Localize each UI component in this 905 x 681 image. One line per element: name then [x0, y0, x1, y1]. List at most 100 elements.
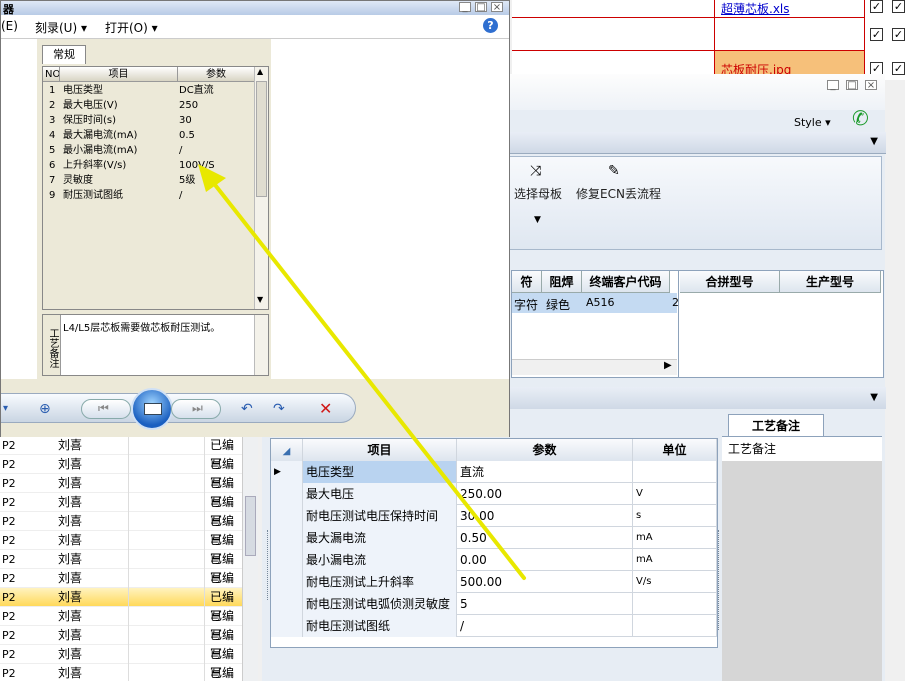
param-value[interactable]: / [457, 615, 633, 637]
param-value[interactable]: 30.00 [457, 505, 633, 527]
list-item[interactable]: P2刘喜已编写 [0, 531, 242, 566]
minimize-icon[interactable]: _ [459, 2, 471, 13]
scroll-thumb[interactable] [256, 81, 267, 197]
v-scrollbar[interactable]: ▲ ▼ [254, 67, 268, 309]
remark-panel: 工艺备注 工艺备注 [722, 410, 885, 681]
scroll-right-icon[interactable]: ▶ [664, 360, 672, 371]
minimize-icon[interactable]: _ [827, 80, 839, 91]
list-item[interactable]: P2刘喜已编写 [0, 550, 242, 585]
menu-open[interactable]: 打开(O) ▾ [105, 19, 158, 36]
list-item[interactable]: P2刘喜已编写 [0, 645, 242, 680]
prev-button[interactable]: ⏮ [81, 399, 131, 419]
style-menu[interactable]: Style ▾ [794, 116, 831, 129]
row-no: 1 [49, 85, 56, 96]
table-row[interactable]: 4 最大漏电流(mA) 0.5 [43, 128, 254, 143]
col-header-unit[interactable]: 单位 [633, 439, 717, 461]
checkbox[interactable]: ✓ [892, 0, 905, 13]
list-item[interactable]: P2刘喜已编写 [0, 474, 242, 509]
help-icon[interactable]: ? [483, 18, 498, 33]
tab-remark[interactable]: 工艺备注 [728, 414, 824, 436]
scroll-up-icon[interactable]: ▲ [257, 67, 263, 76]
col-header[interactable]: 终端客户代码 [582, 271, 670, 293]
param-row[interactable]: 耐电压测试上升斜率 500.00 V/s [271, 571, 717, 593]
table-row[interactable]: 1 电压类型 DC直流 [43, 83, 254, 98]
checkbox[interactable]: ✓ [892, 62, 905, 75]
param-value[interactable]: 5 [457, 593, 633, 615]
close-icon[interactable]: × [865, 80, 877, 91]
next-button[interactable]: ⏭ [171, 399, 221, 419]
param-row[interactable]: 最大漏电流 0.50 mA [271, 527, 717, 549]
v-scrollbar[interactable] [242, 436, 258, 681]
file-link[interactable]: 超薄芯板.xls [721, 2, 790, 16]
checkbox[interactable]: ✓ [870, 28, 883, 41]
table-row[interactable]: 2 最大电压(V) 250 [43, 98, 254, 113]
menu-open-label: 打开(O) [105, 21, 148, 35]
list-item[interactable]: P2刘喜已编写 [0, 607, 242, 642]
memo-text[interactable]: L4/L5层芯板需要做芯板耐压测试。 [63, 319, 220, 334]
menu-edit[interactable]: (E) [1, 19, 18, 33]
v-scrollbar[interactable] [254, 315, 268, 375]
col-header[interactable]: 生产型号 [780, 271, 881, 293]
section-collapse-bar: ▼ [509, 387, 886, 409]
divider [204, 550, 205, 569]
table-row[interactable]: 7 灵敏度 5级 [43, 173, 254, 188]
delete-icon[interactable]: ✕ [319, 399, 332, 418]
scroll-thumb[interactable] [245, 496, 256, 556]
menu-burn[interactable]: 刻录(U) ▾ [35, 19, 87, 36]
param-row[interactable]: 最大电压 250.00 V [271, 483, 717, 505]
col-header-param[interactable]: 参数 [457, 439, 633, 461]
list-item[interactable]: P2刘喜已编写 [0, 493, 242, 528]
list-item[interactable]: P2刘喜已编写 [0, 569, 242, 604]
scroll-down-icon[interactable]: ▼ [257, 295, 263, 304]
param-value[interactable]: 0.00 [457, 549, 633, 571]
checkbox[interactable]: ✓ [870, 0, 883, 13]
param-row[interactable]: 耐电压测试电弧侦测灵敏度 5 [271, 593, 717, 615]
ribbon-collapse-bar: ▼ [509, 132, 886, 154]
col-header[interactable]: 符 [512, 271, 542, 293]
table-row[interactable]: 字符 绿色 A516 2 [512, 293, 679, 313]
param-value[interactable]: 0.50 [457, 527, 633, 549]
col-header[interactable]: 合拼型号 [680, 271, 780, 293]
param-row[interactable]: 耐电压测试图纸 / [271, 615, 717, 637]
col-header-item[interactable]: 项目 [303, 439, 457, 461]
list-item[interactable]: P2刘喜已编写 [0, 626, 242, 661]
table-row[interactable]: 9 耐压测试图纸 / [43, 188, 254, 203]
col-header[interactable]: 阻焊 [542, 271, 582, 293]
table-row[interactable]: 5 最小漏电流(mA) / [43, 143, 254, 158]
maximize-icon[interactable]: □ [846, 80, 858, 91]
param-value[interactable]: 250.00 [457, 483, 633, 505]
rotate-right-icon[interactable]: ↷ [273, 401, 285, 417]
list-item[interactable]: P2刘喜已编写 [0, 588, 242, 623]
splitter-handle[interactable] [262, 530, 268, 600]
dropdown-icon[interactable]: ▾ [3, 403, 8, 414]
list-item[interactable]: P2刘喜已编写 [0, 436, 242, 471]
properties-table: NO 项目 参数 1 电压类型 DC直流 2 最大电压(V) 250 3 保压时间(s) 30 4… [42, 66, 269, 310]
param-row[interactable]: 最小漏电流 0.00 mA [271, 549, 717, 571]
param-row[interactable]: 耐电压测试电压保持时间 30.00 s [271, 505, 717, 527]
fix-ecn-button[interactable]: 修复ECN丢流程 [576, 185, 661, 202]
param-value[interactable]: 直流 [457, 461, 633, 483]
phone-icon[interactable]: ✆ [852, 106, 869, 130]
maximize-icon[interactable]: □ [475, 2, 487, 13]
row-param: DC直流 [179, 85, 214, 96]
close-icon[interactable]: × [491, 2, 503, 13]
splitter[interactable] [678, 271, 679, 377]
tab-general[interactable]: 常规 [42, 45, 86, 64]
list-item[interactable]: P2刘喜已编写 [0, 512, 242, 547]
param-value[interactable]: 500.00 [457, 571, 633, 593]
fit-icon[interactable]: ⊕ [39, 401, 51, 417]
param-row[interactable]: ▶ 电压类型 直流 [271, 461, 717, 483]
properties-dialog: 器 _ □ × (E) 刻录(U) ▾ 打开(O) ▾ ? 常规 NO 项目 参… [0, 0, 510, 437]
rotate-left-icon[interactable]: ↶ [241, 401, 253, 417]
slideshow-button[interactable] [131, 388, 173, 430]
chevron-down-icon[interactable]: ▼ [870, 392, 878, 403]
chevron-down-icon[interactable]: ▼ [870, 136, 878, 147]
h-scrollbar[interactable]: ▶ [512, 359, 677, 375]
table-row[interactable]: 6 上升斜率(V/s) 100V/S [43, 158, 254, 173]
list-item[interactable]: P2刘喜已编写 [0, 664, 242, 681]
checkbox[interactable]: ✓ [892, 28, 905, 41]
dropdown-icon[interactable]: ▼ [534, 215, 541, 225]
table-row[interactable]: 3 保压时间(s) 30 [43, 113, 254, 128]
list-item[interactable]: P2刘喜已编写 [0, 455, 242, 490]
select-board-button[interactable]: 选择母板 [514, 185, 562, 202]
